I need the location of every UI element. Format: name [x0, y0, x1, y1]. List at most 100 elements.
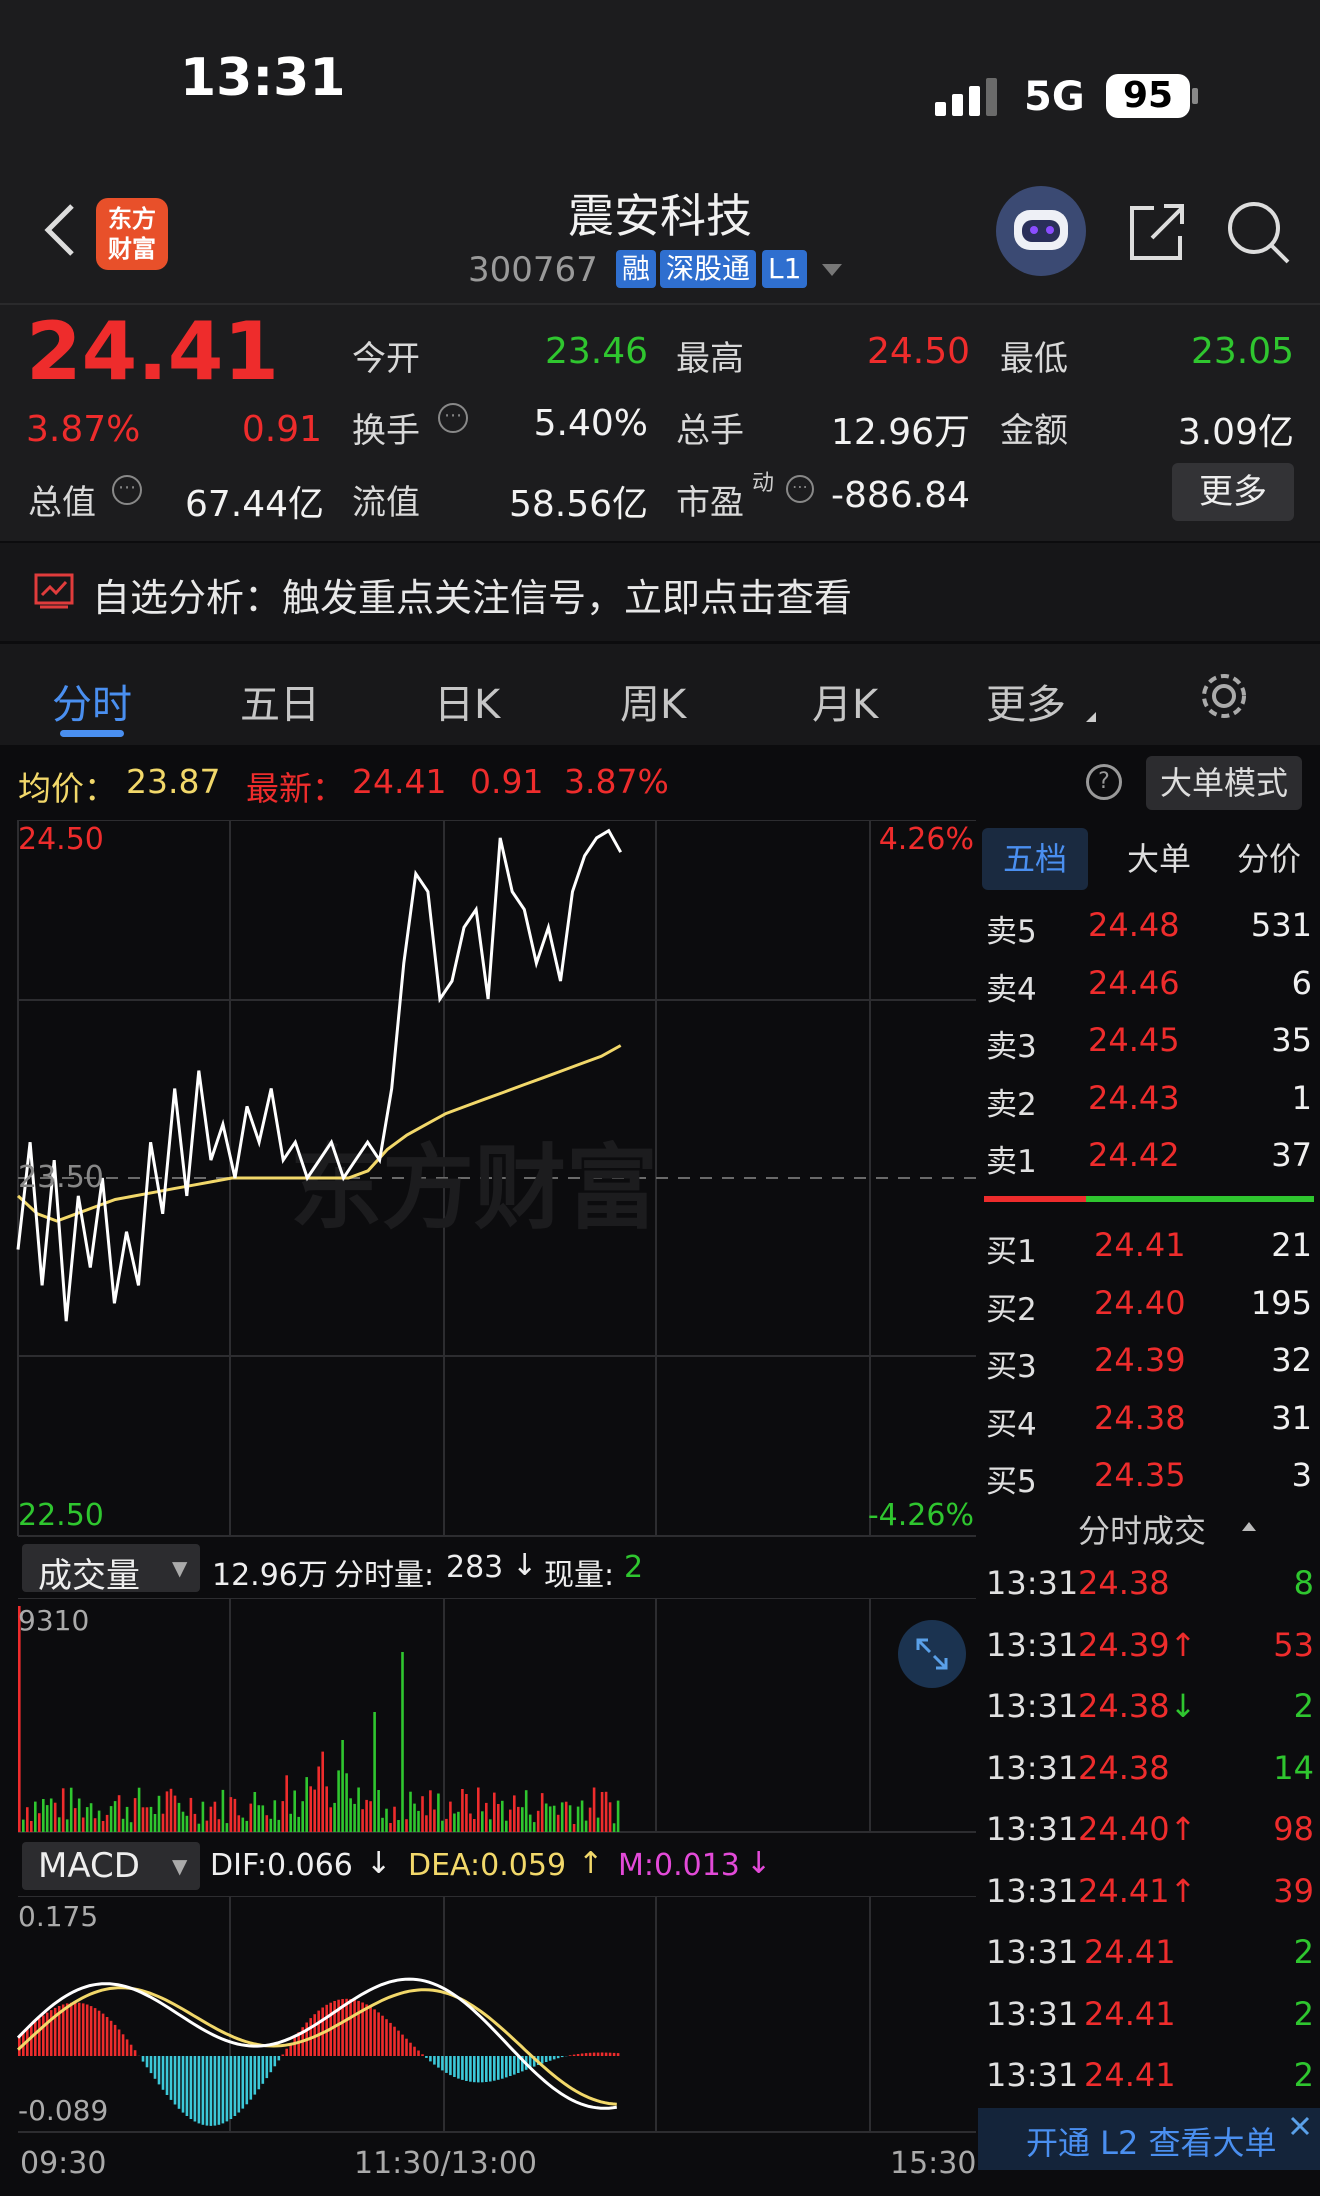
macd-bar: [181, 2056, 185, 2113]
level-price: 24.45: [1088, 1021, 1180, 1059]
macd-bar: [213, 2056, 217, 2126]
ask-row[interactable]: 卖1 24.42 37: [978, 1132, 1320, 1182]
gear-icon[interactable]: [1198, 670, 1250, 722]
trade-price: 24.38: [1078, 1564, 1170, 1602]
macd-bar: [612, 2052, 616, 2056]
volume-bar: [105, 1814, 109, 1832]
tab-daily-k[interactable]: 日K: [434, 672, 500, 730]
open-label: 今开: [352, 339, 420, 379]
search-icon: [1228, 202, 1290, 264]
tab-monthly-k[interactable]: 月K: [812, 672, 878, 730]
macd-bar: [201, 2056, 205, 2125]
ask-row[interactable]: 卖2 24.43 1: [978, 1075, 1320, 1125]
trade-price: 24.38↓: [1078, 1687, 1197, 1725]
ask-row[interactable]: 卖4 24.46 6: [978, 960, 1320, 1010]
low-value: 23.05: [1190, 331, 1294, 372]
trade-time: 13:31: [986, 2056, 1079, 2094]
analysis-banner[interactable]: 自选分析：触发重点关注信号，立即点击查看: [0, 541, 1320, 641]
trade-price: 24.39↑: [1078, 1625, 1197, 1664]
macd-m: M:0.013: [618, 1848, 740, 1883]
volume-max: 9310: [18, 1604, 90, 1637]
volume-bar: [540, 1793, 544, 1832]
macd-bar: [73, 2002, 77, 2056]
info-icon[interactable]: ⋯: [438, 403, 468, 433]
volume-bars: [18, 1597, 976, 1833]
volume-bar: [381, 1817, 384, 1832]
back-button[interactable]: [40, 200, 80, 260]
macd-bar: [560, 2056, 564, 2058]
volume-bar: [145, 1807, 149, 1832]
volume-bar: [49, 1798, 53, 1832]
volume-bar: [165, 1791, 169, 1832]
more-button[interactable]: 更多: [1172, 463, 1294, 521]
tag-connect: 深股通: [660, 250, 757, 288]
ask-row[interactable]: 卖3 24.45 35: [978, 1017, 1320, 1067]
macd-bar: [592, 2052, 596, 2056]
trade-time: 13:31: [986, 1871, 1079, 1910]
tab-price-dist[interactable]: 分价: [1224, 828, 1314, 890]
big-order-mode-button[interactable]: 大单模式: [1146, 756, 1302, 810]
caret-down-icon[interactable]: [822, 264, 842, 276]
macd-bar: [93, 2008, 97, 2056]
ask-row[interactable]: 卖5 24.48 531: [978, 902, 1320, 952]
bid-row[interactable]: 买2 24.40 195: [978, 1280, 1320, 1330]
tab-five-day[interactable]: 五日: [240, 672, 320, 730]
macd-bar: [113, 2024, 117, 2056]
volume-bar: [461, 1789, 464, 1832]
volume-bar: [361, 1809, 364, 1832]
macd-bar: [353, 1999, 356, 2056]
tab-big-orders[interactable]: 大单: [1114, 828, 1204, 890]
search-button[interactable]: [1226, 200, 1292, 266]
macd-bar: [141, 2056, 145, 2062]
info-icon[interactable]: ⋯: [112, 475, 142, 505]
volume-bar: [389, 1823, 392, 1832]
bid-row[interactable]: 买4 24.38 31: [978, 1395, 1320, 1445]
volume-bar: [42, 1799, 45, 1832]
tab-weekly-k[interactable]: 周K: [620, 672, 686, 730]
volume-bar: [133, 1798, 137, 1832]
volume-selector[interactable]: 成交量 ▼: [22, 1544, 200, 1596]
volume-bar: [521, 1807, 524, 1832]
volume-bar: [353, 1803, 356, 1832]
level-label: 卖1: [986, 1144, 1037, 1180]
bid-row[interactable]: 买1 24.41 21: [978, 1222, 1320, 1272]
assistant-avatar[interactable]: [996, 186, 1086, 276]
macd-bar: [153, 2056, 157, 2079]
volume-bar: [437, 1793, 440, 1832]
macd-bar: [572, 2054, 576, 2056]
volume-bar: [612, 1823, 616, 1832]
volume-bar: [97, 1810, 101, 1832]
help-icon[interactable]: ?: [1086, 764, 1122, 800]
volume-label: 总手: [676, 411, 744, 451]
share-button[interactable]: [1124, 200, 1188, 264]
close-icon[interactable]: [1286, 2112, 1314, 2140]
mcap-label: 总值: [28, 483, 96, 523]
l2-banner[interactable]: 开通 L2 查看大单: [978, 2108, 1320, 2170]
tab-more[interactable]: 更多: [986, 672, 1066, 730]
volume-bar: [26, 1807, 29, 1832]
macd-bar: [241, 2056, 245, 2109]
tab-intraday[interactable]: 分时: [52, 672, 132, 730]
macd-bar: [85, 2004, 89, 2056]
volume-bar: [197, 1823, 201, 1832]
brand-logo[interactable]: 东方 财富: [96, 198, 168, 270]
float-value: 58.56亿: [508, 484, 648, 525]
high-label: 最高: [676, 339, 744, 379]
volume-bar: [385, 1808, 388, 1832]
volume-bar: [257, 1805, 261, 1832]
bid-row[interactable]: 买3 24.39 32: [978, 1337, 1320, 1387]
expand-button[interactable]: [898, 1620, 966, 1688]
level-label: 卖4: [986, 971, 1037, 1008]
intraday-chart[interactable]: 东方财富 24.50 23.50 22.50 4.26% -4.26%: [0, 819, 976, 1540]
macd-bar: [45, 2012, 49, 2056]
macd-dif: DIF:0.066: [210, 1848, 353, 1883]
bid-row[interactable]: 买5 24.35 3: [978, 1452, 1320, 1502]
volume-bar: [113, 1801, 117, 1832]
macd-selector[interactable]: MACD ▼: [22, 1842, 200, 1890]
volume-bar: [532, 1822, 536, 1832]
tab-five-levels[interactable]: 五档: [982, 828, 1088, 890]
volume-bar: [269, 1818, 273, 1832]
x-label-close: 15:30: [890, 2146, 977, 2181]
macd-bar: [377, 2012, 380, 2056]
macd-bar: [205, 2056, 209, 2126]
